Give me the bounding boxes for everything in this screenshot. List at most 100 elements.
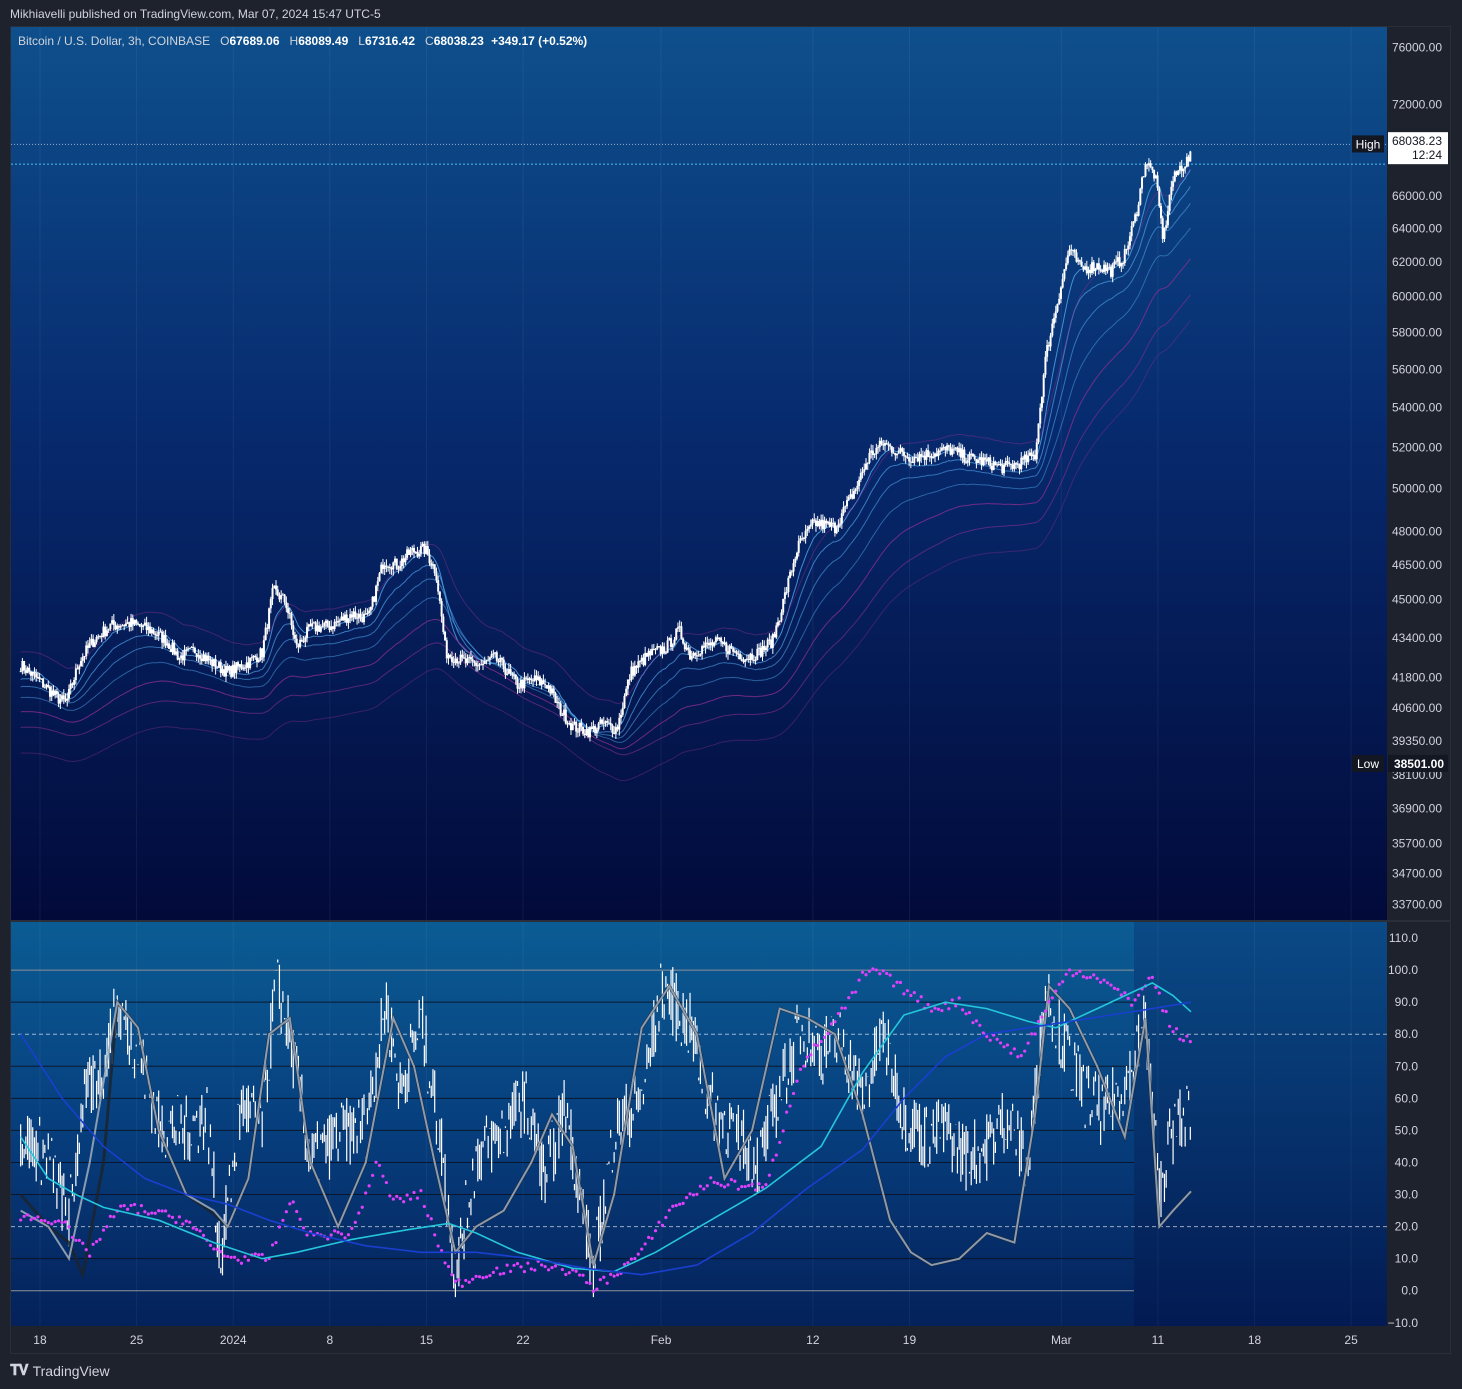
- osc-signal-dot: [426, 1214, 430, 1218]
- candle-body: [828, 521, 831, 527]
- candle-body: [935, 453, 938, 457]
- osc-signal-dot: [750, 1182, 754, 1186]
- candle-body: [602, 722, 605, 724]
- osc-signal-dot: [674, 1203, 678, 1208]
- candle-body: [1040, 396, 1043, 408]
- symbol-legend[interactable]: Bitcoin / U.S. Dollar, 3h, COINBASE O676…: [18, 34, 587, 48]
- candle-body: [482, 663, 485, 665]
- osc-signal-dot: [177, 1215, 181, 1219]
- candle-body: [435, 573, 438, 581]
- candle-body: [361, 617, 364, 623]
- candle-body: [918, 454, 921, 462]
- candle-body: [509, 669, 512, 674]
- candle-body: [497, 660, 500, 663]
- osc-signal-dot: [526, 1261, 530, 1265]
- candle-body: [904, 455, 907, 458]
- candle-body: [256, 657, 259, 663]
- candle-body: [309, 624, 312, 627]
- candle-body: [375, 585, 378, 602]
- candle-body: [590, 727, 593, 730]
- candle-body: [47, 684, 50, 687]
- osc-signal-dot: [916, 999, 920, 1003]
- osc-signal-dot: [367, 1184, 371, 1188]
- candle-body: [1134, 214, 1137, 222]
- time-axis[interactable]: 18 25 2024 8 15 22 Feb 12 19 Mar 11 18 25: [33, 1333, 1358, 1347]
- candle-body: [564, 709, 567, 724]
- candle-body: [243, 667, 246, 669]
- candle-body: [892, 452, 895, 454]
- candle-body: [426, 546, 429, 555]
- osc-signal-dot: [1112, 986, 1117, 990]
- candle-body: [42, 678, 45, 688]
- candle-body: [78, 666, 81, 670]
- candle-body: [1044, 356, 1047, 375]
- candle-body: [1015, 463, 1018, 465]
- candle-body: [418, 553, 421, 557]
- osc-signal-dot: [933, 1006, 937, 1010]
- candle-body: [135, 619, 138, 624]
- candle-body: [645, 652, 648, 657]
- candle-body: [114, 625, 117, 630]
- candle-body: [314, 622, 317, 632]
- candle-body: [652, 648, 655, 650]
- candle-body: [133, 619, 136, 625]
- osc-signal-dot: [1061, 980, 1065, 984]
- osc-signal-dot: [422, 1204, 426, 1209]
- osc-signal-dot: [636, 1252, 640, 1256]
- candle-body: [85, 645, 88, 657]
- candle-body: [840, 513, 843, 524]
- osc-signal-dot: [1023, 1049, 1027, 1053]
- candle-body: [400, 558, 403, 567]
- candle-body: [992, 461, 995, 471]
- candle-body: [685, 647, 688, 650]
- tradingview-brand[interactable]: 𝐓𝐕 TradingView: [10, 1362, 110, 1379]
- osc-y-tick-label: 70.0: [1395, 1059, 1419, 1073]
- osc-signal-dot: [667, 1208, 671, 1212]
- candle-body: [406, 549, 409, 558]
- osc-signal-dot: [336, 1230, 340, 1234]
- candle-body: [211, 659, 214, 667]
- candle-body: [444, 631, 447, 641]
- candle-body: [164, 634, 167, 646]
- osc-signal-dot: [98, 1237, 102, 1241]
- osc-signal-dot: [139, 1204, 144, 1208]
- candle-body: [1184, 166, 1187, 169]
- candle-body: [818, 520, 821, 527]
- candle-body: [487, 659, 490, 661]
- candle-body: [55, 690, 58, 695]
- y-tick-label: 60000.00: [1392, 290, 1442, 304]
- chart-canvas[interactable]: 76000.00 72000.00 66000.00 64000.00 62000.00…: [0, 0, 1462, 1389]
- osc-signal-dot: [729, 1178, 734, 1182]
- candle-body: [173, 642, 176, 655]
- candle-body: [958, 448, 961, 453]
- candle-body: [516, 679, 519, 689]
- candle-body: [780, 612, 783, 621]
- candle-body: [878, 440, 881, 448]
- candle-body: [825, 520, 828, 524]
- candle-body: [492, 653, 495, 655]
- candle-body: [664, 652, 667, 654]
- candle-body: [588, 727, 591, 738]
- osc-signal-dot: [988, 1038, 992, 1042]
- candle-body: [723, 642, 726, 645]
- candle-body: [461, 654, 464, 658]
- candle-body: [708, 643, 711, 646]
- candle-body: [69, 683, 72, 689]
- candle-body: [901, 448, 904, 452]
- tradingview-logo-icon: 𝐓𝐕: [10, 1362, 29, 1379]
- candle-body: [150, 629, 153, 634]
- candle-body: [676, 627, 679, 629]
- candle-body: [247, 662, 250, 669]
- candle-body: [511, 673, 514, 676]
- candle-body: [947, 445, 950, 448]
- candle-body: [1051, 323, 1054, 336]
- osc-signal-dot: [757, 1182, 761, 1186]
- candle-body: [1003, 465, 1006, 474]
- y-tick-label: 76000.00: [1392, 41, 1442, 55]
- candle-body: [821, 519, 824, 530]
- candle-body: [456, 658, 459, 664]
- candle-body: [514, 674, 517, 680]
- y-tick-label: 50000.00: [1392, 482, 1442, 496]
- osc-signal-dot: [460, 1284, 464, 1288]
- osc-signal-dot: [1009, 1051, 1013, 1055]
